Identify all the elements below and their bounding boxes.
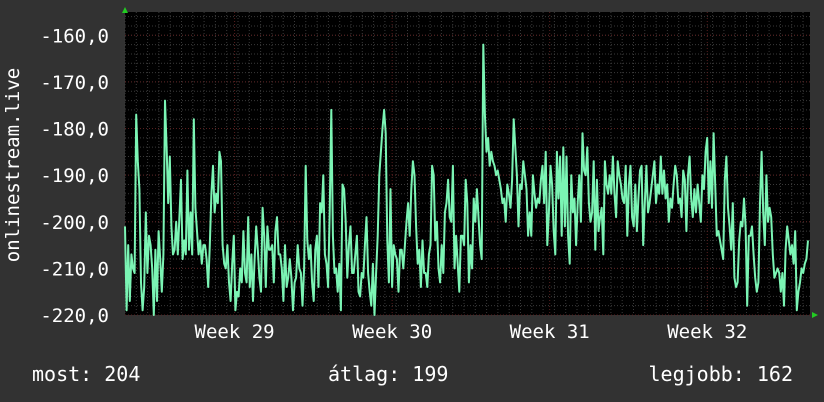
line-chart: -160,0 -170,0 -180,0 -190,0 -200,0 -210,0 -220… — [2, 7, 818, 343]
x-tick-label: Week 31 — [510, 321, 590, 343]
best-value: legjobb: 162 — [648, 362, 794, 386]
current-value: most: 204 — [32, 362, 141, 386]
average-value: átlag: 199 — [328, 362, 449, 386]
y-axis-ticks: -160,0 -170,0 -180,0 -190,0 -200,0 -210,0 -220… — [40, 25, 109, 327]
y-tick-label: -160,0 — [40, 25, 109, 47]
x-tick-label: Week 30 — [352, 321, 432, 343]
x-axis-ticks: Week 29 Week 30 Week 31 Week 32 — [195, 321, 748, 343]
y-tick-label: -180,0 — [40, 119, 109, 141]
x-tick-label: Week 29 — [195, 321, 275, 343]
y-tick-label: -200,0 — [40, 212, 109, 234]
y-tick-label: -170,0 — [40, 72, 109, 94]
y-tick-label: -210,0 — [40, 258, 109, 280]
y-tick-label: -220,0 — [40, 305, 109, 327]
y-axis-arrow-icon — [122, 7, 128, 13]
y-tick-label: -190,0 — [40, 165, 109, 187]
x-axis-arrow-icon — [812, 312, 818, 318]
x-tick-label: Week 32 — [667, 321, 747, 343]
y-axis-label: onlinestream.live — [2, 68, 24, 262]
stats-bar: most: 204 átlag: 199 legjobb: 162 — [0, 362, 824, 388]
